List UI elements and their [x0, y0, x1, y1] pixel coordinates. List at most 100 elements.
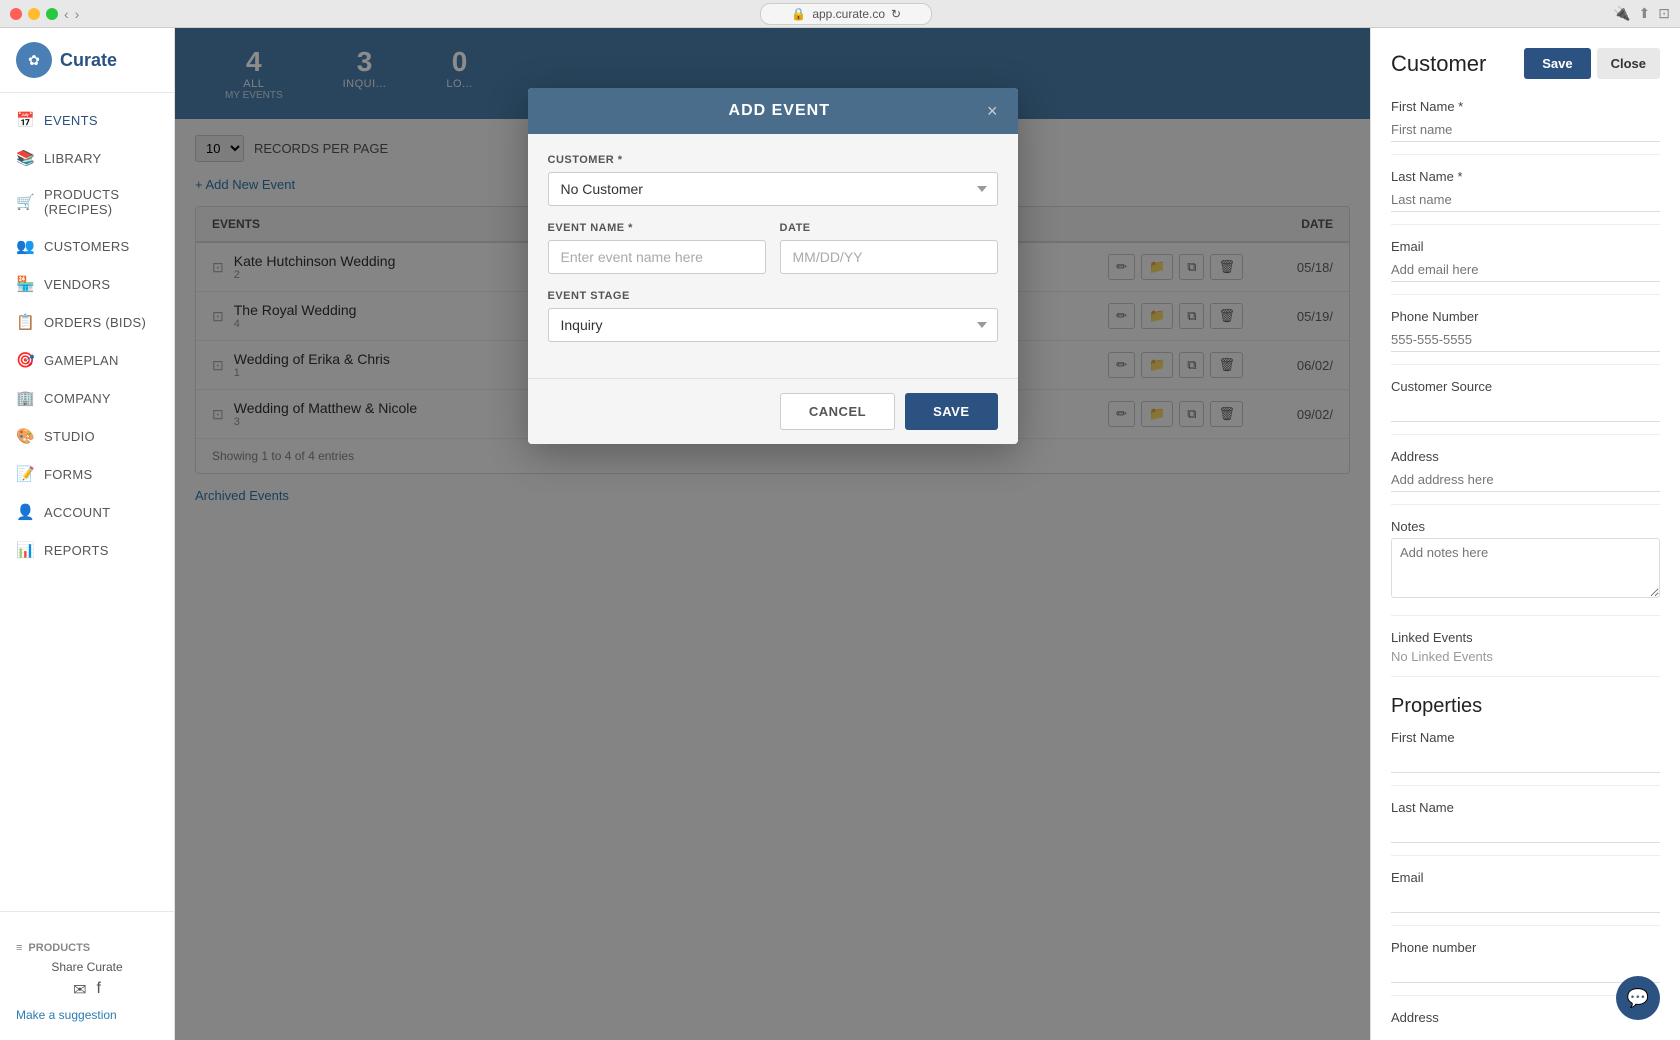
phone-input[interactable]: [1391, 328, 1660, 352]
notes-label: Notes: [1391, 519, 1660, 534]
sidebar-item-company-label: COMPANY: [44, 391, 111, 406]
url-text: app.curate.co: [812, 7, 885, 21]
main-content: 4 ALL MY EVENTS 3 INQUI... 0 LO... 10 25…: [175, 28, 1370, 1040]
modal-save-button[interactable]: SAVE: [905, 393, 997, 430]
logo-icon: ✿: [16, 42, 52, 78]
email-input[interactable]: [1391, 258, 1660, 282]
event-stage-select[interactable]: Inquiry: [548, 308, 998, 342]
linked-events-label: Linked Events: [1391, 630, 1660, 645]
customer-select[interactable]: No Customer: [548, 172, 998, 206]
event-name-label: EVENT NAME *: [548, 222, 766, 234]
maximize-dot[interactable]: [46, 8, 58, 20]
address-bar: 🔒 app.curate.co ↻: [760, 3, 932, 25]
sidebar-item-library-label: LIBRARY: [44, 151, 102, 166]
address-label: Address: [1391, 449, 1660, 464]
sidebar-item-events[interactable]: 📅 EVENTS: [0, 101, 174, 139]
customer-label: CUSTOMER *: [548, 154, 998, 166]
prop-last-name-field: Last Name: [1391, 800, 1660, 856]
suggestion-link[interactable]: Make a suggestion: [16, 1008, 117, 1022]
sidebar-item-orders-label: ORDERS (BIDS): [44, 315, 146, 330]
sidebar-item-gameplan-label: GAMEPLAN: [44, 353, 119, 368]
prop-last-name-input[interactable]: [1391, 819, 1660, 843]
sidebar-item-company[interactable]: 🏢 COMPANY: [0, 379, 174, 417]
vendors-icon: 🏪: [16, 275, 34, 293]
sidebar-item-customers[interactable]: 👥 CUSTOMERS: [0, 227, 174, 265]
customers-icon: 👥: [16, 237, 34, 255]
sidebar-item-gameplan[interactable]: 🎯 GAMEPLAN: [0, 341, 174, 379]
sidebar-item-library[interactable]: 📚 LIBRARY: [0, 139, 174, 177]
panel-save-button[interactable]: Save: [1524, 48, 1590, 79]
modal-header: ADD EVENT ×: [528, 88, 1018, 134]
prop-first-name-label: First Name: [1391, 730, 1660, 745]
refresh-icon[interactable]: ↻: [891, 7, 901, 21]
email-field: Email: [1391, 239, 1660, 295]
sidebar-item-orders[interactable]: 📋 ORDERS (BIDS): [0, 303, 174, 341]
prop-first-name-field: First Name: [1391, 730, 1660, 786]
sidebar-item-forms[interactable]: 📝 FORMS: [0, 455, 174, 493]
sidebar-item-customers-label: CUSTOMERS: [44, 239, 130, 254]
products-section-label: ≡ PRODUCTS: [16, 936, 158, 960]
notes-field: Notes: [1391, 519, 1660, 616]
close-dot[interactable]: [10, 8, 22, 20]
panel-header: Customer Save Close: [1391, 48, 1660, 79]
window-button[interactable]: ⊡: [1658, 5, 1670, 22]
panel-title: Customer: [1391, 51, 1486, 77]
logo-text: Curate: [60, 50, 117, 71]
prop-last-name-label: Last Name: [1391, 800, 1660, 815]
email-label: Email: [1391, 239, 1660, 254]
modal-close-button[interactable]: ×: [987, 102, 998, 120]
events-icon: 📅: [16, 111, 34, 129]
sidebar-item-products-label: PRODUCTS (RECIPES): [44, 187, 158, 217]
phone-field: Phone Number: [1391, 309, 1660, 365]
email-share-icon[interactable]: ✉: [73, 980, 86, 1000]
minimize-dot[interactable]: [28, 8, 40, 20]
sidebar-item-vendors[interactable]: 🏪 VENDORS: [0, 265, 174, 303]
date-col: DATE: [780, 222, 998, 274]
window-chrome: ‹ › 🔒 app.curate.co ↻ 🔌 ⬆ ⊡: [0, 0, 1680, 28]
sidebar-item-reports[interactable]: 📊 REPORTS: [0, 531, 174, 569]
right-panel: Customer Save Close First Name * Last Na…: [1370, 28, 1680, 1040]
last-name-input[interactable]: [1391, 188, 1660, 212]
notes-textarea[interactable]: [1391, 538, 1660, 598]
facebook-share-icon[interactable]: f: [96, 980, 100, 1000]
extensions-button[interactable]: 🔌: [1613, 5, 1630, 22]
panel-close-button[interactable]: Close: [1597, 48, 1660, 79]
sidebar-item-products[interactable]: 🛒 PRODUCTS (RECIPES): [0, 177, 174, 227]
event-stage-label: EVENT STAGE: [548, 290, 998, 302]
sidebar-item-studio[interactable]: 🎨 STUDIO: [0, 417, 174, 455]
prop-first-name-input[interactable]: [1391, 749, 1660, 773]
no-linked-events: No Linked Events: [1391, 649, 1660, 664]
back-button[interactable]: ‹: [64, 6, 69, 22]
sidebar-nav: 📅 EVENTS 📚 LIBRARY 🛒 PRODUCTS (RECIPES) …: [0, 93, 174, 911]
account-icon: 👤: [16, 503, 34, 521]
last-name-field: Last Name *: [1391, 169, 1660, 225]
properties-title: Properties: [1391, 695, 1660, 718]
customer-source-input[interactable]: [1391, 398, 1660, 422]
share-button[interactable]: ⬆: [1639, 5, 1651, 22]
event-name-date-row: EVENT NAME * DATE: [548, 222, 998, 274]
modal-title: ADD EVENT: [572, 102, 987, 120]
library-icon: 📚: [16, 149, 34, 167]
date-input[interactable]: [780, 240, 998, 274]
forward-button[interactable]: ›: [75, 6, 80, 22]
cancel-button[interactable]: CANCEL: [780, 393, 895, 430]
share-curate: Share Curate ✉ f: [16, 960, 158, 1000]
sidebar-item-forms-label: FORMS: [44, 467, 92, 482]
chat-button[interactable]: 💬: [1616, 976, 1660, 1020]
first-name-label: First Name *: [1391, 99, 1660, 114]
logo-area: ✿ Curate: [0, 28, 174, 93]
sidebar-item-account[interactable]: 👤 ACCOUNT: [0, 493, 174, 531]
sidebar-item-events-label: EVENTS: [44, 113, 98, 128]
event-name-input[interactable]: [548, 240, 766, 274]
gameplan-icon: 🎯: [16, 351, 34, 369]
prop-email-input[interactable]: [1391, 889, 1660, 913]
modal-body: CUSTOMER * No Customer EVENT NAME * DATE: [528, 134, 1018, 378]
customer-field-group: CUSTOMER * No Customer: [548, 154, 998, 206]
first-name-input[interactable]: [1391, 118, 1660, 142]
customer-source-field: Customer Source: [1391, 379, 1660, 435]
last-name-label: Last Name *: [1391, 169, 1660, 184]
date-label: DATE: [780, 222, 998, 234]
prop-address-input[interactable]: [1391, 1029, 1660, 1040]
reports-icon: 📊: [16, 541, 34, 559]
address-input[interactable]: [1391, 468, 1660, 492]
